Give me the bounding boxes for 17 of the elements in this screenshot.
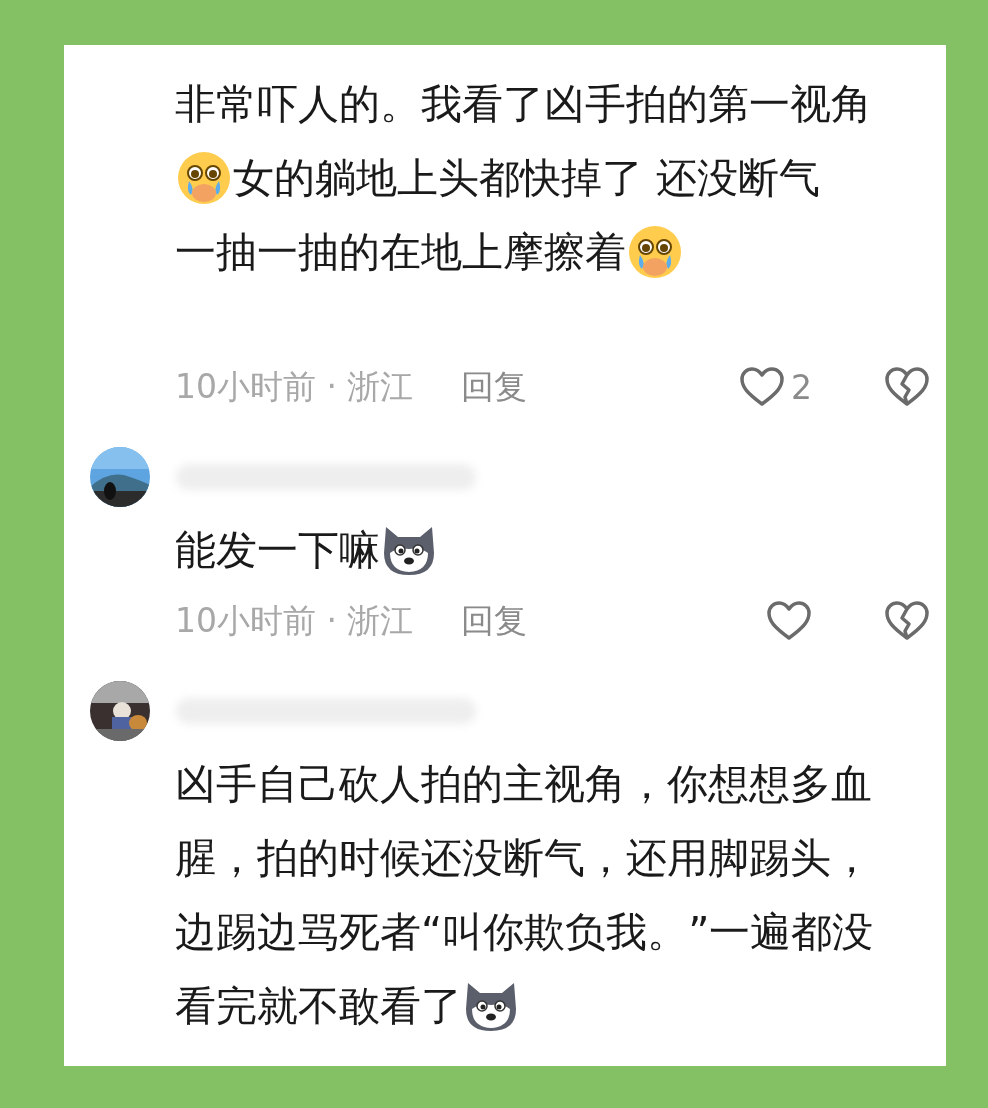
comment-text: 一抽一抽的在地上摩擦着 [175, 226, 626, 278]
comment-text: 凶手自己砍人拍的主视角，你想想多血 [175, 758, 872, 810]
comment-text: 女的躺地上头都快掉了 还没断气 [233, 152, 821, 204]
reply-link[interactable]: 回复 [461, 364, 528, 410]
like-count: 2 [791, 367, 812, 407]
comment-text: 非常吓人的。我看了凶手拍的第一视角 [175, 78, 872, 130]
heart-icon[interactable] [739, 366, 785, 408]
comment-text: 腥，拍的时候还没断气，还用脚踢头， [175, 832, 872, 884]
comment-time: 10小时前 · 浙江 [175, 365, 414, 408]
comment-text: 边踢边骂死者“叫你欺负我。”一遍都没 [175, 906, 874, 958]
crying-face-emoji-icon [626, 223, 684, 281]
heart-icon[interactable] [766, 600, 812, 642]
comment-time: 10小时前 · 浙江 [175, 599, 414, 642]
crying-face-emoji-icon [175, 149, 233, 207]
comment-text: 看完就不敢看了 [175, 980, 462, 1032]
reply-link[interactable]: 回复 [461, 598, 528, 644]
comment-text: 能发一下嘛 [175, 524, 380, 576]
